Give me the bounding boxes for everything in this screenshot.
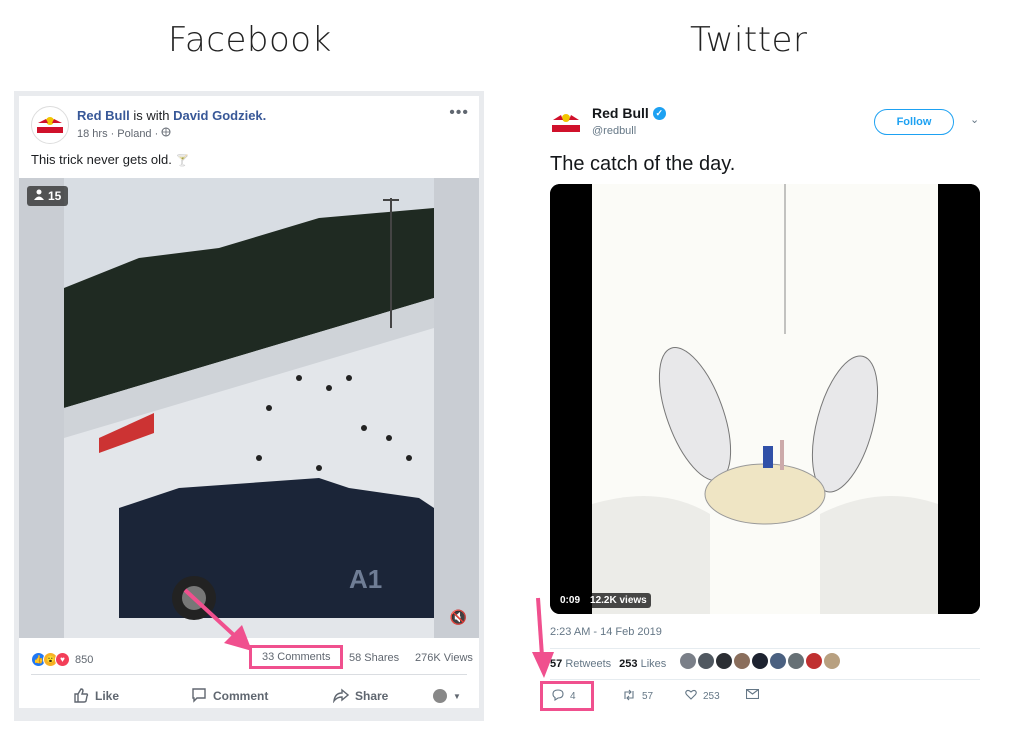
video-duration: 0:09 (556, 593, 585, 608)
person-icon (34, 189, 44, 203)
direct-message-button[interactable] (745, 688, 760, 702)
redbull-logo-avatar[interactable] (548, 105, 584, 141)
follow-button[interactable]: Follow (874, 109, 954, 135)
reactions-summary[interactable]: 👍 😮 ♥ 850 (31, 652, 93, 667)
reply-button[interactable]: 4 (552, 689, 576, 704)
love-reaction-icon: ♥ (55, 652, 70, 667)
share-label: Share (355, 689, 389, 703)
retweets-count: 57 (550, 658, 563, 670)
post-time[interactable]: 18 hrs (77, 128, 108, 140)
card-bottom-border (19, 708, 479, 716)
reply-bubble-icon (552, 689, 564, 704)
share-button[interactable]: Share (332, 687, 389, 706)
cocktail-emoji-icon: 🍸 (175, 155, 190, 167)
tweet-actions: 4 57 253 (540, 681, 980, 713)
facebook-heading: Facebook (168, 20, 332, 60)
retweet-icon (622, 689, 636, 704)
engagement-stats: 👍 😮 ♥ 850 33 Comments 58 Shares 276K Vie… (19, 645, 479, 672)
verified-badge-icon: ✓ (652, 106, 666, 120)
like-button[interactable]: Like (73, 687, 119, 706)
likes-count: 253 (619, 658, 638, 670)
globe-icon (161, 127, 171, 140)
account-handle[interactable]: @redbull (592, 125, 636, 137)
tweet-stats: 57 Retweets 253 Likes (550, 658, 666, 670)
post-location: · Poland · (110, 127, 159, 140)
retweets-label: Retweets (565, 658, 612, 670)
likes-stat[interactable]: 253 Likes (619, 658, 666, 670)
page-avatar-icon (433, 689, 447, 703)
account-name-text: Red Bull (592, 105, 649, 121)
reaction-count: 850 (75, 653, 94, 666)
author-with-text: is with (129, 108, 174, 123)
likes-label: Likes (640, 658, 667, 670)
tweet-text: The catch of the day. (550, 153, 736, 175)
liker-avatar[interactable] (716, 653, 732, 669)
divider (31, 674, 467, 675)
like-count: 253 (703, 690, 720, 702)
tweet-timestamp[interactable]: 2:23 AM - 14 Feb 2019 (550, 626, 662, 638)
redbull-logo-avatar[interactable] (31, 106, 69, 144)
car-text: A1 (349, 564, 382, 594)
caret-down-icon: ▼ (453, 691, 461, 701)
liker-avatar[interactable] (680, 653, 696, 669)
liker-avatars (680, 653, 840, 669)
post-text: This trick never gets old. 🍸 (31, 152, 189, 167)
envelope-icon (745, 688, 760, 702)
liker-avatar[interactable] (788, 653, 804, 669)
tagged-user-link[interactable]: David Godziek. (173, 108, 266, 123)
video-player[interactable]: 0:09 12.2K views (550, 184, 980, 614)
liker-avatar[interactable] (806, 653, 822, 669)
facebook-post-card: Red Bull is with David Godziek. 18 hrs ·… (14, 91, 484, 721)
post-author: Red Bull is with David Godziek. (77, 108, 266, 123)
viewer-count: 15 (48, 189, 62, 203)
audience-selector[interactable]: ▼ (433, 689, 461, 703)
heart-icon (685, 689, 697, 703)
video-player[interactable]: A1 15 🔇 (19, 178, 479, 638)
shares-count-link[interactable]: 58 Shares (349, 652, 399, 664)
comment-label: Comment (213, 689, 269, 703)
views-count: 276K Views (415, 652, 473, 664)
liker-avatar[interactable] (824, 653, 840, 669)
divider (550, 648, 980, 649)
post-text-content: This trick never gets old. (31, 152, 172, 167)
post-meta: 18 hrs · Poland · (77, 127, 171, 140)
fish-illustration-video-frame (550, 184, 980, 614)
like-label: Like (95, 689, 120, 703)
account-name[interactable]: Red Bull ✓ (592, 105, 666, 121)
author-link[interactable]: Red Bull (77, 108, 130, 123)
share-arrow-icon (332, 687, 350, 706)
video-badges: 0:09 12.2K views (556, 593, 651, 608)
retweets-stat[interactable]: 57 Retweets (550, 658, 611, 670)
live-viewers-badge: 15 (27, 186, 69, 206)
comment-button[interactable]: Comment (191, 687, 268, 706)
retweet-button[interactable]: 57 (622, 689, 653, 704)
liker-avatar[interactable] (770, 653, 786, 669)
twitter-tweet-card: Red Bull ✓ @redbull Follow ⌄ The catch o… (530, 91, 1010, 731)
comments-count-link[interactable]: 33 Comments (249, 645, 344, 669)
twitter-heading: Twitter (690, 20, 808, 60)
liker-avatar[interactable] (698, 653, 714, 669)
divider (550, 679, 980, 680)
chevron-down-icon[interactable]: ⌄ (970, 113, 979, 126)
more-options-icon[interactable]: ••• (449, 104, 469, 122)
reply-count: 4 (570, 691, 576, 702)
like-button[interactable]: 253 (685, 689, 720, 703)
speech-bubble-icon (191, 687, 207, 706)
liker-avatar[interactable] (734, 653, 750, 669)
mute-icon[interactable]: 🔇 (450, 609, 467, 626)
liker-avatar[interactable] (752, 653, 768, 669)
retweet-count: 57 (642, 691, 654, 702)
ski-slope-video-frame: A1 (19, 178, 479, 638)
thumbs-up-icon (73, 687, 89, 706)
video-views: 12.2K views (586, 593, 651, 608)
